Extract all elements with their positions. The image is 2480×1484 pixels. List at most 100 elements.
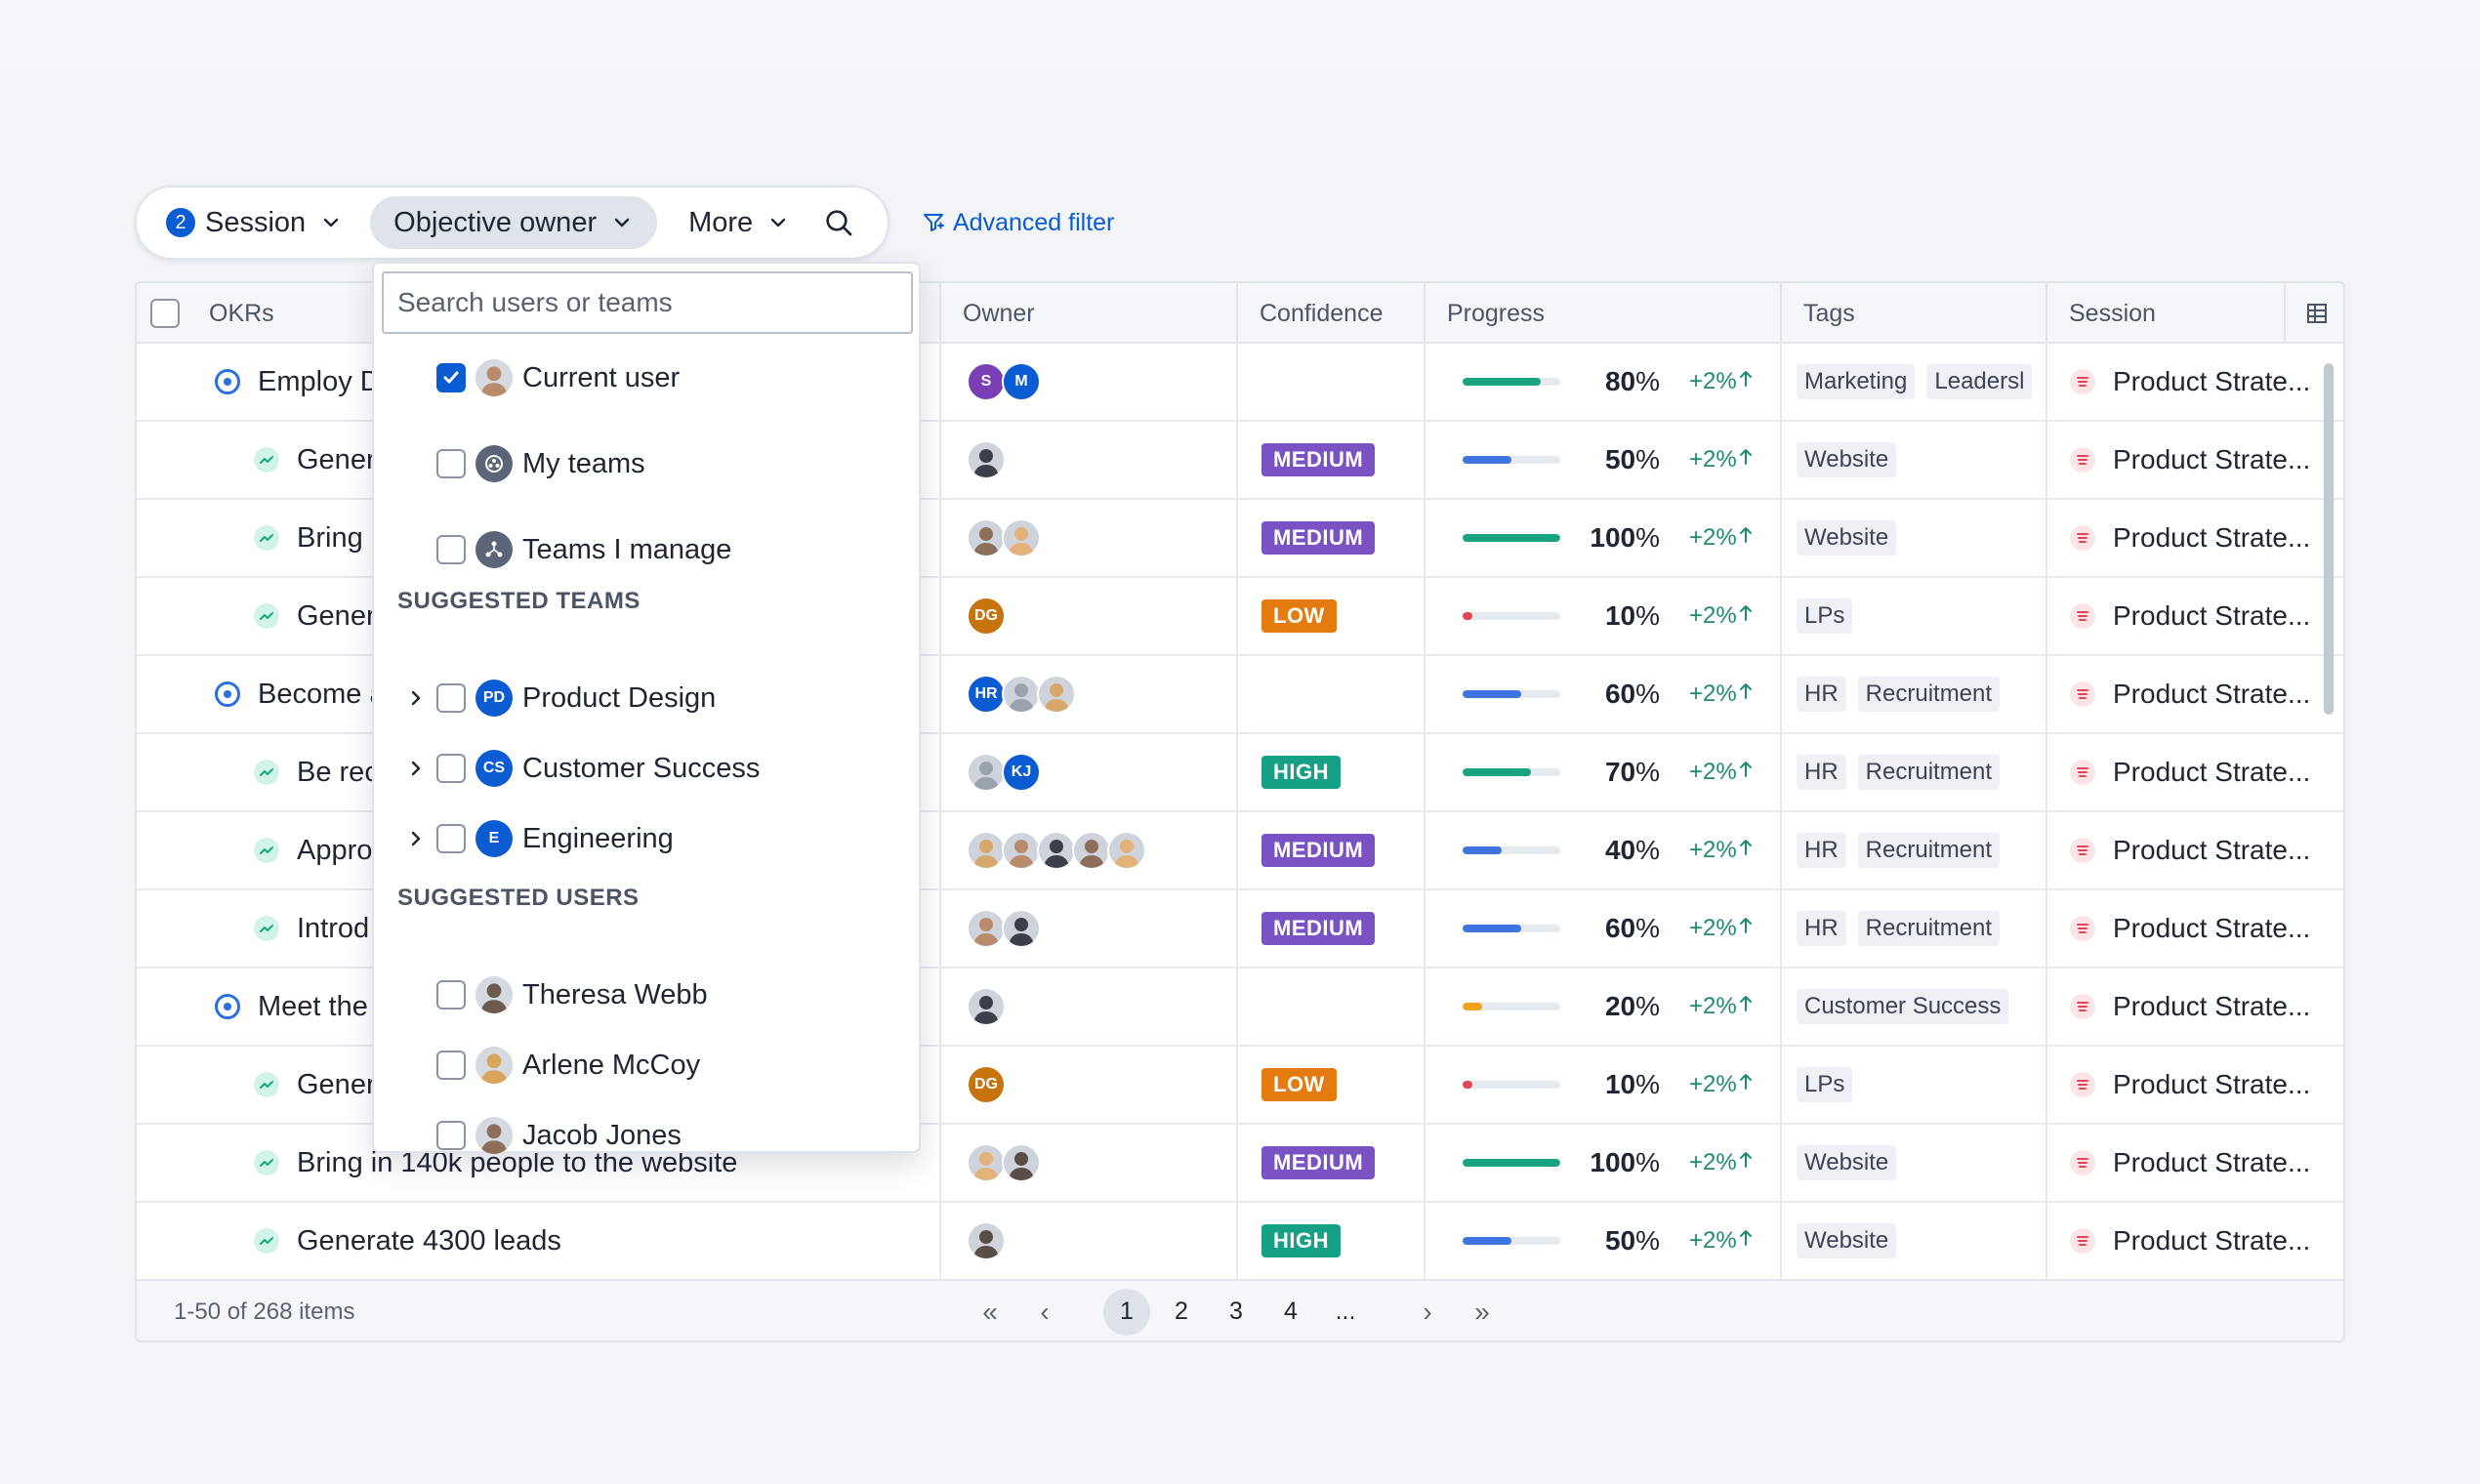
team-option[interactable]: CS Customer Success bbox=[374, 734, 919, 803]
tag[interactable]: Marketing bbox=[1797, 364, 1916, 399]
tag[interactable]: LPs bbox=[1797, 1067, 1853, 1102]
avatar[interactable] bbox=[1002, 1143, 1041, 1182]
session-name[interactable]: Product Strate... bbox=[2113, 757, 2310, 788]
avatar[interactable] bbox=[1002, 518, 1041, 557]
next-page-button[interactable]: › bbox=[1404, 1289, 1451, 1336]
session-name[interactable]: Product Strate... bbox=[2113, 1147, 2310, 1178]
owner-search-input[interactable] bbox=[382, 271, 913, 334]
avatar[interactable] bbox=[967, 987, 1006, 1026]
owner-option[interactable]: My teams bbox=[374, 430, 919, 498]
option-checkbox[interactable] bbox=[436, 363, 466, 392]
user-option[interactable]: Jacob Jones bbox=[374, 1101, 919, 1170]
user-option[interactable]: Theresa Webb bbox=[374, 961, 919, 1029]
tag[interactable]: Recruitment bbox=[1857, 677, 2001, 712]
column-settings-button[interactable] bbox=[2284, 283, 2343, 344]
chevron-right-icon[interactable] bbox=[405, 828, 427, 849]
option-checkbox[interactable] bbox=[436, 535, 466, 564]
avatar[interactable]: S bbox=[967, 362, 1006, 401]
tag[interactable]: Website bbox=[1797, 1223, 1897, 1258]
session-filter[interactable]: 2 Session bbox=[166, 196, 352, 249]
avatar[interactable] bbox=[967, 1143, 1006, 1182]
session-name[interactable]: Product Strate... bbox=[2113, 600, 2310, 632]
session-name[interactable]: Product Strate... bbox=[2113, 991, 2310, 1022]
session-name[interactable]: Product Strate... bbox=[2113, 366, 2310, 397]
avatar[interactable] bbox=[1002, 675, 1041, 714]
session-name[interactable]: Product Strate... bbox=[2113, 679, 2310, 710]
owner-option[interactable]: Current user bbox=[374, 344, 919, 412]
team-option[interactable]: PD Product Design bbox=[374, 664, 919, 732]
okr-name[interactable]: Generate 4300 leads bbox=[297, 1225, 561, 1257]
avatar[interactable]: M bbox=[1002, 362, 1041, 401]
avatar[interactable]: DG bbox=[967, 597, 1006, 636]
header-owner[interactable]: Owner bbox=[939, 283, 1236, 344]
okr-name[interactable]: Be rec bbox=[297, 757, 379, 789]
avatar[interactable] bbox=[1002, 909, 1041, 948]
table-row[interactable]: Generate 4300 leads HIGH 50% +2% Website Prod… bbox=[137, 1203, 2343, 1281]
tag[interactable]: HR bbox=[1797, 755, 1846, 790]
avatar[interactable] bbox=[1072, 831, 1111, 870]
chevron-right-icon[interactable] bbox=[405, 758, 427, 779]
chevron-right-icon[interactable] bbox=[405, 687, 427, 709]
okr-name[interactable]: Employ D bbox=[258, 366, 381, 398]
option-checkbox[interactable] bbox=[436, 754, 466, 783]
okr-name[interactable]: Become a bbox=[258, 679, 386, 711]
tag[interactable]: HR bbox=[1797, 677, 1846, 712]
user-option[interactable]: Arlene McCoy bbox=[374, 1031, 919, 1099]
tag[interactable]: Website bbox=[1797, 442, 1897, 477]
search-button[interactable] bbox=[819, 203, 858, 242]
okr-name[interactable]: Gener bbox=[297, 444, 376, 476]
tag[interactable]: LPs bbox=[1797, 598, 1853, 634]
tag[interactable]: Recruitment bbox=[1857, 755, 2001, 790]
avatar[interactable] bbox=[1002, 831, 1041, 870]
avatar[interactable] bbox=[967, 440, 1006, 479]
avatar[interactable] bbox=[1107, 831, 1146, 870]
avatar[interactable]: DG bbox=[967, 1065, 1006, 1104]
tag[interactable]: Recruitment bbox=[1857, 833, 2001, 868]
option-checkbox[interactable] bbox=[436, 980, 466, 1010]
session-name[interactable]: Product Strate... bbox=[2113, 913, 2310, 944]
avatar[interactable] bbox=[967, 753, 1006, 792]
session-name[interactable]: Product Strate... bbox=[2113, 522, 2310, 554]
okr-name[interactable]: Introd bbox=[297, 913, 369, 945]
avatar[interactable] bbox=[967, 909, 1006, 948]
table-scrollbar[interactable] bbox=[2324, 363, 2334, 715]
tag[interactable]: Website bbox=[1797, 1145, 1897, 1180]
okr-name[interactable]: Appro bbox=[297, 835, 372, 867]
avatar[interactable] bbox=[967, 1221, 1006, 1260]
avatar[interactable] bbox=[967, 831, 1006, 870]
objective-owner-filter[interactable]: Objective owner bbox=[370, 196, 658, 249]
tag[interactable]: Recruitment bbox=[1857, 911, 2001, 946]
session-name[interactable]: Product Strate... bbox=[2113, 1069, 2310, 1100]
last-page-button[interactable]: » bbox=[1459, 1289, 1506, 1336]
avatar[interactable] bbox=[1037, 675, 1076, 714]
first-page-button[interactable]: « bbox=[967, 1289, 1013, 1336]
select-all-checkbox[interactable] bbox=[150, 299, 180, 328]
option-checkbox[interactable] bbox=[436, 1051, 466, 1080]
session-name[interactable]: Product Strate... bbox=[2113, 835, 2310, 866]
avatar[interactable]: HR bbox=[967, 675, 1006, 714]
page-button-1[interactable]: 1 bbox=[1103, 1288, 1150, 1336]
header-session[interactable]: Session bbox=[2046, 283, 2284, 344]
more-filter[interactable]: More bbox=[688, 196, 790, 249]
okr-name[interactable]: Meet the bbox=[258, 991, 368, 1023]
page-button-2[interactable]: 2 bbox=[1158, 1289, 1205, 1336]
okr-name[interactable]: Bring i bbox=[297, 522, 377, 555]
header-progress[interactable]: Progress bbox=[1424, 283, 1780, 344]
team-option[interactable]: E Engineering bbox=[374, 804, 919, 873]
tag[interactable]: Website bbox=[1797, 520, 1897, 556]
avatar[interactable]: KJ bbox=[1002, 753, 1041, 792]
option-checkbox[interactable] bbox=[436, 683, 466, 713]
avatar[interactable] bbox=[1037, 831, 1076, 870]
option-checkbox[interactable] bbox=[436, 1121, 466, 1150]
okr-name[interactable]: Gener bbox=[297, 600, 376, 633]
okr-name[interactable]: Gener bbox=[297, 1069, 376, 1101]
advanced-filter-link[interactable]: Advanced filter bbox=[922, 205, 1114, 240]
session-name[interactable]: Product Strate... bbox=[2113, 444, 2310, 475]
tag[interactable]: HR bbox=[1797, 911, 1846, 946]
owner-option[interactable]: Teams I manage bbox=[374, 515, 919, 584]
prev-page-button[interactable]: ‹ bbox=[1021, 1289, 1068, 1336]
tag[interactable]: Customer Success bbox=[1797, 989, 2009, 1024]
page-button-4[interactable]: 4 bbox=[1267, 1289, 1314, 1336]
tag[interactable]: Leadersl bbox=[1926, 364, 2033, 399]
option-checkbox[interactable] bbox=[436, 824, 466, 853]
